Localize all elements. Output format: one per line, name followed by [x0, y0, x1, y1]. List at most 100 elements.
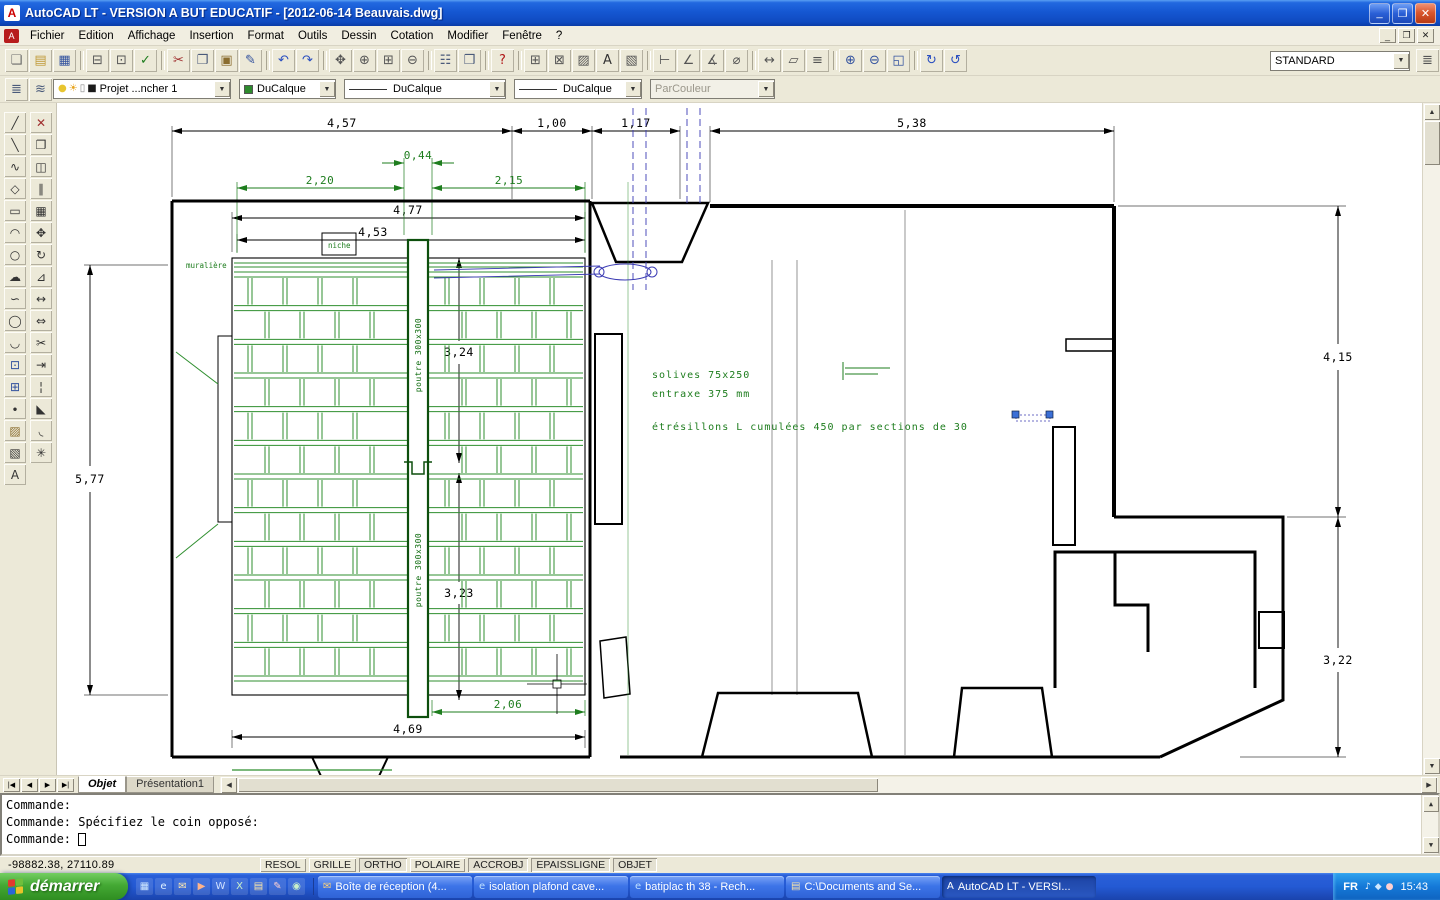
toggle-accrobj[interactable]: ACCROBJ [468, 858, 529, 872]
extend-tool[interactable]: ⇥ [30, 354, 52, 375]
first-tab-button[interactable]: |◀ [3, 777, 20, 792]
hatch-tool[interactable]: ▨ [4, 420, 26, 441]
redo-button[interactable]: ↷ [296, 49, 319, 72]
scrollbar-track[interactable] [1423, 165, 1440, 757]
spelling-button[interactable]: ✓ [134, 49, 157, 72]
list-button[interactable]: ≡ [806, 49, 829, 72]
stretch-tool[interactable]: ↔ [30, 288, 52, 309]
task-explorer[interactable]: ▤ C:\Documents and Se... [786, 875, 940, 898]
drawing-canvas[interactable]: 4,57 1,00 1,17 5,38 4,77 4,53 4,69 5,77 … [57, 103, 1422, 775]
print-button[interactable]: ⊟ [86, 49, 109, 72]
last-tab-button[interactable]: ▶| [57, 777, 74, 792]
cut-button[interactable]: ✂ [167, 49, 190, 72]
menu-edition[interactable]: Edition [72, 28, 121, 44]
color-combo[interactable]: DuCalque ▼ [239, 79, 336, 99]
designcenter-button[interactable]: ❒ [458, 49, 481, 72]
floorplan-svg[interactable]: 4,57 1,00 1,17 5,38 4,77 4,53 4,69 5,77 … [57, 103, 1422, 775]
menu-cotation[interactable]: Cotation [384, 28, 441, 44]
combo-arrow-icon[interactable]: ▼ [214, 81, 230, 97]
mdi-minimize-button[interactable]: _ [1379, 28, 1396, 43]
combo-arrow-icon[interactable]: ▼ [625, 81, 641, 97]
menu-fichier[interactable]: Fichier [23, 28, 72, 44]
clock[interactable]: 15:43 [1400, 881, 1428, 893]
combo-arrow-icon[interactable]: ▼ [1393, 52, 1409, 69]
distance-button[interactable]: ↔ [758, 49, 781, 72]
dim-linear-button[interactable]: ⊢ [653, 49, 676, 72]
scrollbar-thumb[interactable] [1424, 121, 1440, 165]
print-preview-button[interactable]: ⊡ [110, 49, 133, 72]
toggle-epaissligne[interactable]: EPAISSLIGNE [531, 858, 611, 872]
toggle-ortho[interactable]: ORTHO [358, 858, 407, 872]
help-button[interactable]: ? [491, 49, 514, 72]
match-properties-button[interactable]: ✎ [239, 49, 262, 72]
scrollbar-track[interactable] [878, 778, 1420, 792]
toggle-resol[interactable]: RESOL [260, 858, 306, 872]
make-block-tool[interactable]: ⊞ [4, 376, 26, 397]
close-button[interactable]: ✕ [1415, 2, 1436, 24]
vertical-scrollbar[interactable]: ▲ ▼ [1422, 103, 1440, 775]
scroll-up-icon[interactable]: ▲ [1423, 796, 1439, 812]
copy-object-tool[interactable]: ❐ [30, 134, 52, 155]
region-button[interactable]: ▧ [620, 49, 643, 72]
folder-icon[interactable]: ▤ [250, 878, 267, 895]
start-button[interactable]: démarrer [0, 873, 128, 900]
tab-objet[interactable]: Objet [78, 776, 127, 793]
restore-button[interactable]: ❐ [1392, 2, 1413, 24]
mirror-tool[interactable]: ◫ [30, 156, 52, 177]
new-button[interactable]: ❏ [5, 49, 28, 72]
lineweight-combo[interactable]: DuCalque ▼ [514, 79, 642, 99]
antivirus-icon[interactable]: ● [1386, 882, 1394, 892]
zoom-realtime-button[interactable]: ⊕ [353, 49, 376, 72]
outlook-icon[interactable]: ✉ [174, 878, 191, 895]
point-tool[interactable]: ∙ [4, 398, 26, 419]
menu-dessin[interactable]: Dessin [334, 28, 383, 44]
task-outlook[interactable]: ✉ Boîte de réception (4... [318, 875, 472, 898]
explode-tool[interactable]: ✳ [30, 442, 52, 463]
scroll-up-icon[interactable]: ▲ [1424, 104, 1440, 120]
language-indicator[interactable]: FR [1343, 881, 1358, 893]
construction-line-tool[interactable]: ╲ [4, 134, 26, 155]
layer-properties-button[interactable]: ≣ [5, 77, 28, 101]
zoom-in-button[interactable]: ⊕ [839, 49, 862, 72]
lengthen-tool[interactable]: ⇔ [30, 310, 52, 331]
mtext-button[interactable]: A [596, 49, 619, 72]
network-icon[interactable]: ◆ [1375, 882, 1382, 892]
dimstyle-combo[interactable]: STANDARD ▼ [1270, 50, 1410, 71]
dim-angular-button[interactable]: ∡ [701, 49, 724, 72]
next-tab-button[interactable]: ▶ [39, 777, 56, 792]
line-tool[interactable]: ╱ [4, 112, 26, 133]
menu-format[interactable]: Format [241, 28, 291, 44]
selection-grips[interactable] [1011, 410, 1054, 422]
insert-block-tool[interactable]: ⊡ [4, 354, 26, 375]
task-ie-batiplac[interactable]: e batiplac th 38 - Rech... [630, 875, 784, 898]
command-scrollbar[interactable]: ▲ ▼ [1421, 795, 1439, 854]
offset-tool[interactable]: ∥ [30, 178, 52, 199]
toggle-polaire[interactable]: POLAIRE [409, 858, 466, 872]
area-button[interactable]: ▱ [782, 49, 805, 72]
scroll-left-icon[interactable]: ◀ [221, 776, 238, 793]
command-window[interactable]: Commande: Commande: Spécifiez le coin opp… [0, 793, 1440, 856]
copy-button[interactable]: ❐ [191, 49, 214, 72]
excel-icon[interactable]: X [231, 878, 248, 895]
titlebar[interactable]: A AutoCAD LT - VERSION A BUT EDUCATIF - … [0, 0, 1440, 26]
media-player-icon[interactable]: ▶ [193, 878, 210, 895]
layer-states-button[interactable]: ≋ [29, 77, 52, 101]
move-tool[interactable]: ✥ [30, 222, 52, 243]
task-ie-isolation[interactable]: e isolation plafond cave... [474, 875, 628, 898]
mtext-tool[interactable]: A [4, 464, 26, 485]
horizontal-scrollbar[interactable]: ◀ ▶ [220, 776, 1438, 793]
layer-combo[interactable]: ● ☀ ▯ ■ Projet ...ncher 1 ▼ [53, 79, 231, 99]
scroll-right-icon[interactable]: ▶ [1421, 776, 1437, 793]
layer-freeze-icon[interactable]: ☀ [69, 84, 78, 94]
pan-realtime-button[interactable]: ✥ [329, 49, 352, 72]
toggle-grille[interactable]: GRILLE [308, 858, 356, 872]
toggle-objet[interactable]: OBJET [613, 858, 657, 872]
polygon-tool[interactable]: ◇ [4, 178, 26, 199]
layer-lock-icon[interactable]: ▯ [80, 84, 86, 94]
hatch-button[interactable]: ▨ [572, 49, 595, 72]
show-desktop-icon[interactable]: ▦ [136, 878, 153, 895]
ellipse-tool[interactable]: ◯ [4, 310, 26, 331]
zoom-window-button[interactable]: ⊞ [377, 49, 400, 72]
lineweight-settings-button[interactable]: ≣ [1416, 49, 1439, 72]
menu-fenetre[interactable]: Fenêtre [495, 28, 549, 44]
